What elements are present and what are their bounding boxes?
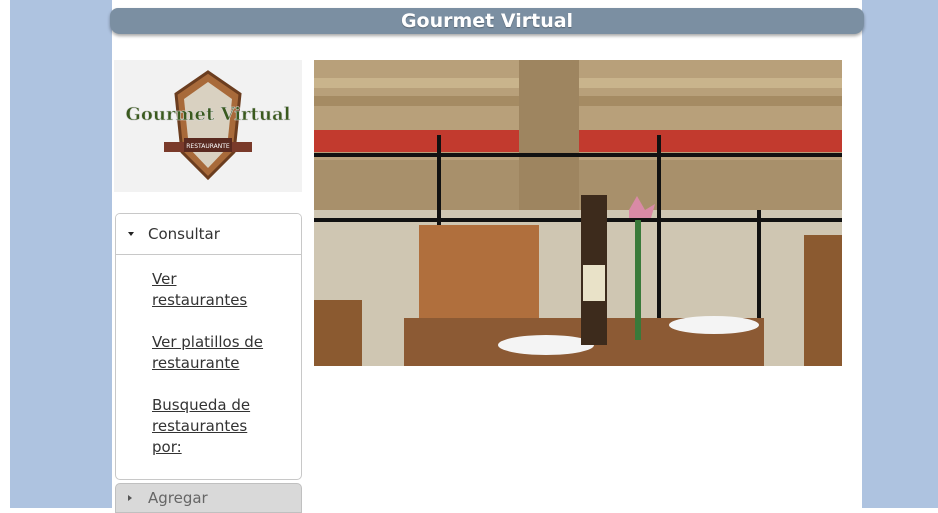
link-ver-platillos[interactable]: Ver platillos de restaurante bbox=[152, 332, 272, 374]
logo: RESTAURANTE Gourmet Virtual bbox=[114, 60, 302, 192]
consultar-header[interactable]: Consultar bbox=[116, 214, 301, 255]
svg-text:RESTAURANTE: RESTAURANTE bbox=[186, 143, 230, 150]
svg-text:Gourmet Virtual: Gourmet Virtual bbox=[126, 104, 291, 125]
agregar-header[interactable]: Agregar bbox=[115, 483, 302, 513]
triangle-right-icon bbox=[128, 495, 132, 501]
link-busqueda-restaurantes[interactable]: Busqueda de restaurantes por: bbox=[152, 395, 272, 458]
page-title: Gourmet Virtual bbox=[400, 10, 574, 32]
restaurant-terrace-image bbox=[314, 60, 842, 366]
logo-emblem-icon: RESTAURANTE Gourmet Virtual bbox=[114, 60, 302, 192]
hero-image bbox=[314, 60, 842, 366]
consultar-links: Ver restaurantes Ver platillos de restau… bbox=[116, 255, 301, 458]
app-header: Gourmet Virtual bbox=[110, 8, 864, 34]
link-ver-restaurantes[interactable]: Ver restaurantes bbox=[152, 269, 272, 311]
consultar-label: Consultar bbox=[148, 225, 220, 243]
consultar-collapsible: Consultar Ver restaurantes Ver platillos… bbox=[115, 213, 302, 480]
agregar-label: Agregar bbox=[148, 489, 208, 507]
triangle-down-icon bbox=[128, 232, 134, 236]
